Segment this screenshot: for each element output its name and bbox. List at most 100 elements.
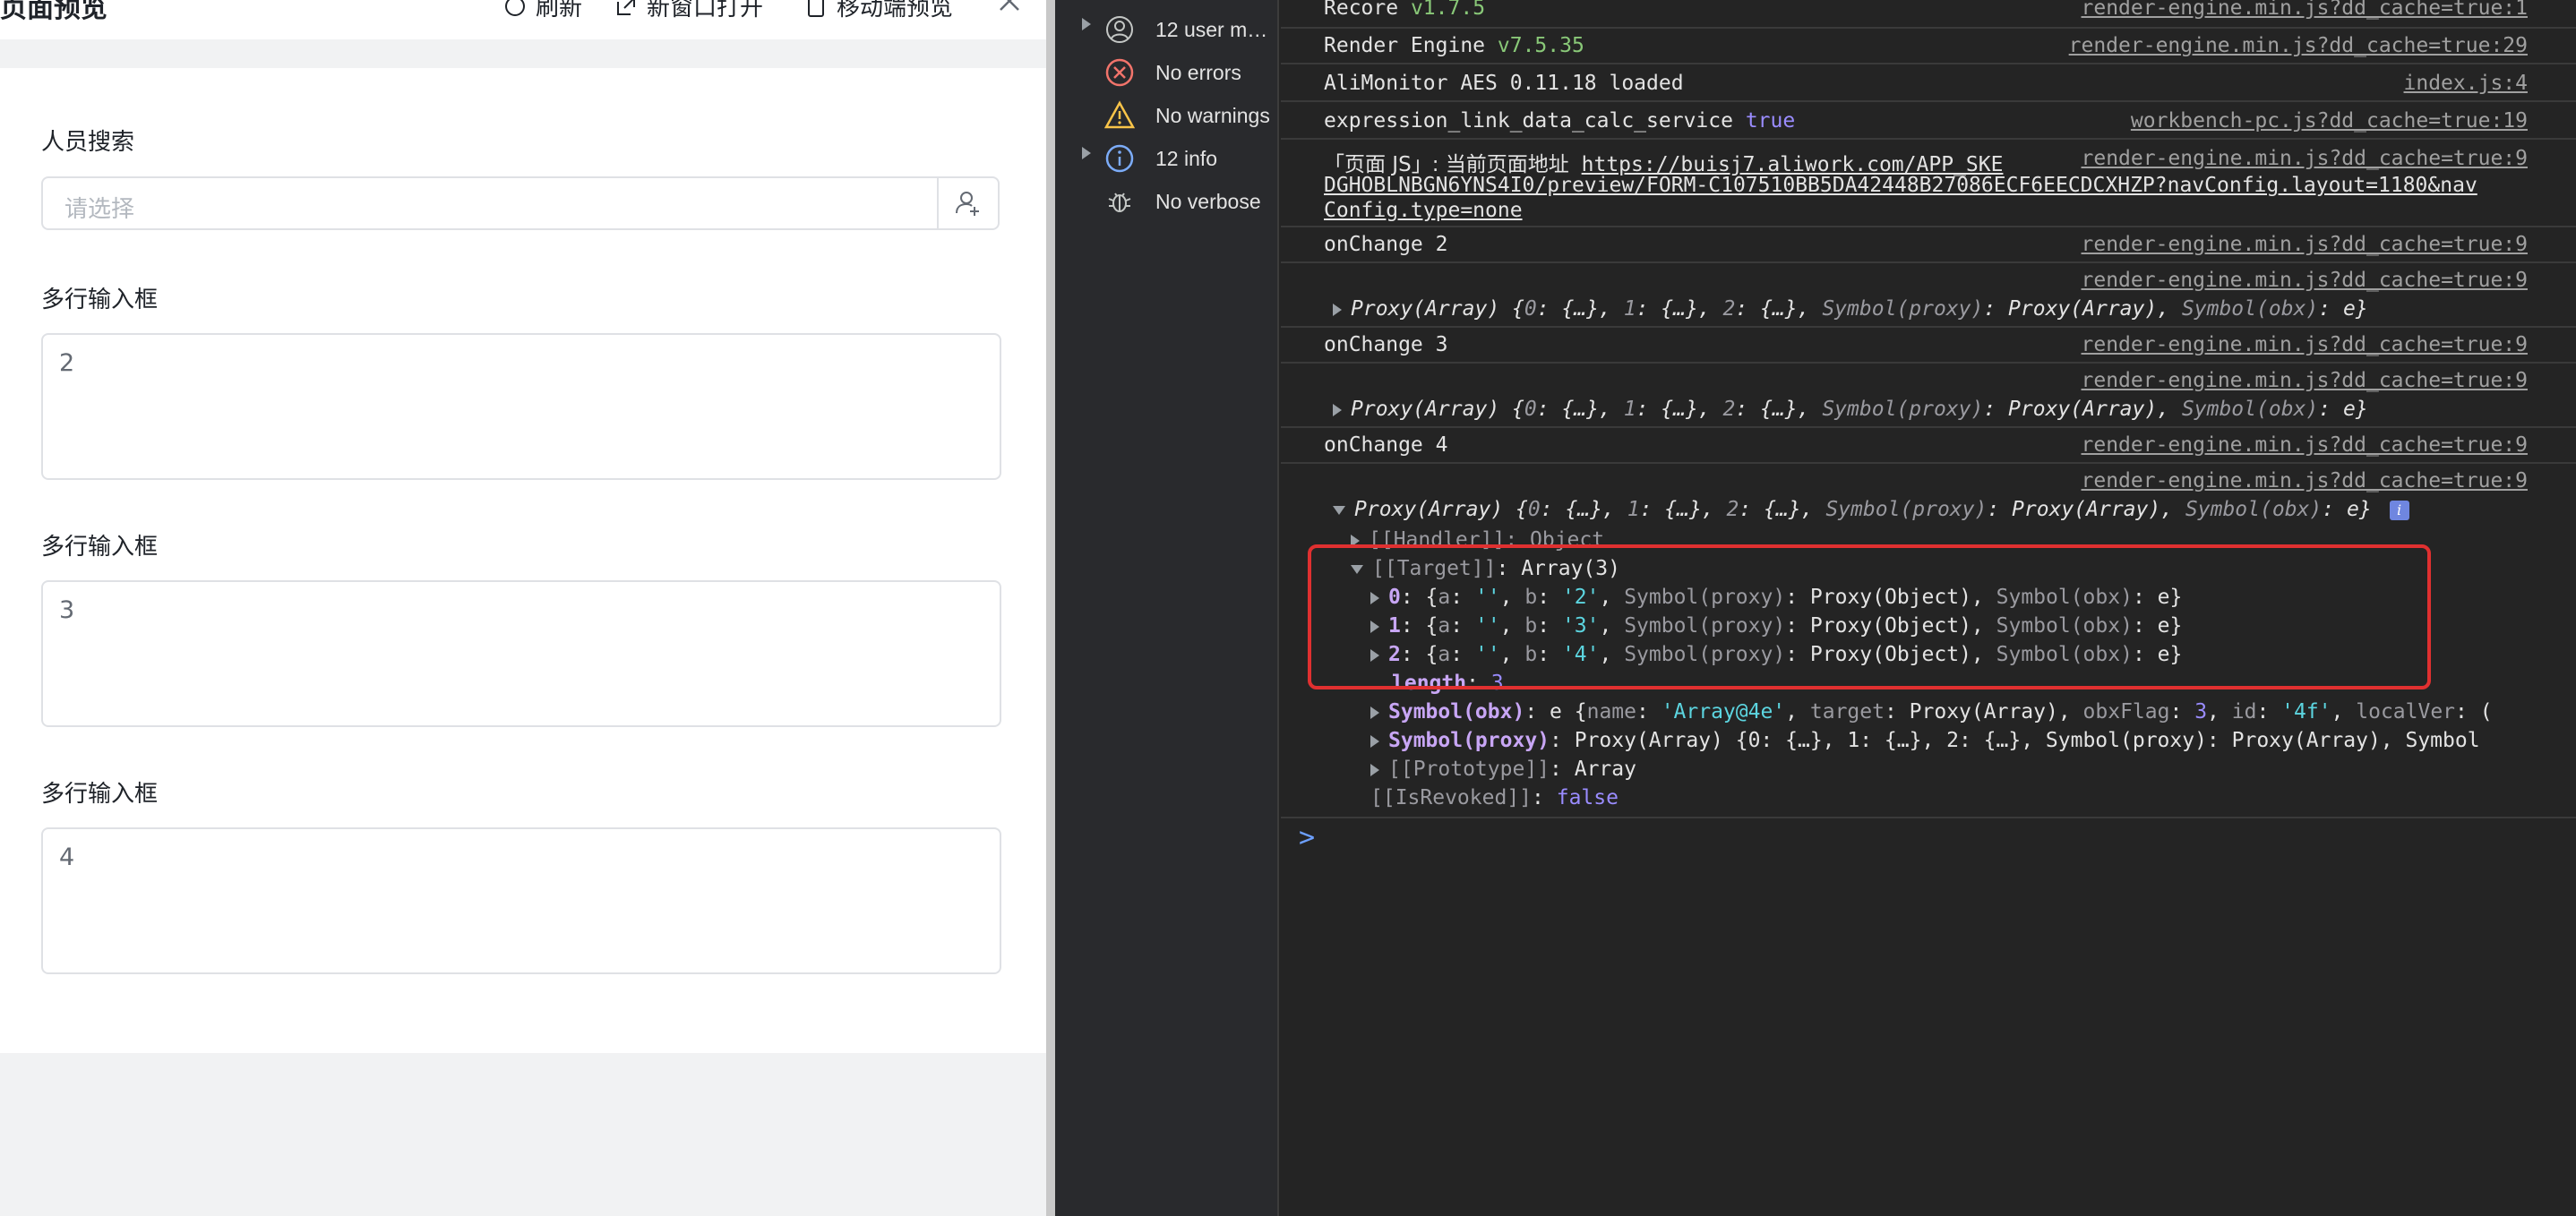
- log-text: expression_link_data_calc_service: [1324, 109, 1733, 133]
- proxy-summary[interactable]: Proxy(Array) {0: {…}, 1: {…}, 2: {…}, Sy…: [1333, 297, 2368, 321]
- log-source-link[interactable]: render-engine.min.js?dd_cache=true:9: [2082, 233, 2529, 256]
- page-url-link[interactable]: DGHOBLNBGN6YNS4I0/preview/FORM-C107510BB…: [1324, 174, 2477, 197]
- proxy-name: Proxy(Array): [2008, 398, 2158, 421]
- log-source-link[interactable]: render-engine.min.js?dd_cache=true:9: [2082, 469, 2529, 492]
- expand-arrow-icon[interactable]: [1333, 403, 1342, 416]
- proxy-brace: {: [1512, 398, 1524, 421]
- refresh-icon: [505, 0, 525, 16]
- log-row: onChange 2 render-engine.min.js?dd_cache…: [1281, 227, 2576, 263]
- collapse-arrow-icon[interactable]: [1333, 505, 1345, 515]
- proxy-brace: }: [2355, 398, 2368, 421]
- preview-title: 页面预览: [0, 0, 107, 24]
- info-badge-icon[interactable]: i: [2389, 500, 2409, 520]
- textarea-1[interactable]: 2: [41, 333, 1001, 480]
- tree-key: [[IsRevoked]]: [1370, 786, 1533, 809]
- sidebar-item-warnings[interactable]: No warnings: [1055, 91, 1279, 133]
- expand-arrow-icon[interactable]: [1082, 147, 1091, 159]
- tree-node-symbol-obx[interactable]: Symbol(obx): e {name: 'Array@4e', target…: [1370, 700, 2493, 724]
- log-message: onChange 2: [1324, 233, 1448, 256]
- textarea-3[interactable]: 4: [41, 827, 1001, 974]
- log-source-link[interactable]: render-engine.min.js?dd_cache=true:9: [2082, 433, 2529, 457]
- log-source-link[interactable]: workbench-pc.js?dd_cache=true:19: [2131, 109, 2528, 133]
- tree-node-symbol-proxy[interactable]: Symbol(proxy): Proxy(Array) {0: {…}, 1: …: [1370, 729, 2480, 752]
- log-text: Render Engine: [1324, 34, 1486, 57]
- tree-value: Proxy(Array) {0: {…}, 1: {…}, 2: {…}, Sy…: [1574, 729, 2480, 752]
- panel-resize-handle[interactable]: [1046, 0, 1055, 1216]
- proxy-obj: {…}: [1760, 398, 1798, 421]
- proxy-name: Proxy(Array): [2012, 498, 2161, 521]
- proxy-key: 0: [1527, 498, 1541, 521]
- log-source-link[interactable]: render-engine.min.js?dd_cache=true:1: [2082, 0, 2529, 20]
- expand-arrow-icon[interactable]: [1370, 763, 1379, 776]
- sidebar-item-verbose[interactable]: No verbose: [1055, 177, 1279, 218]
- sidebar-item-info[interactable]: 12 info: [1055, 134, 1279, 176]
- open-new-label: 新窗口打开: [647, 0, 764, 21]
- log-row: onChange 3 render-engine.min.js?dd_cache…: [1281, 328, 2576, 364]
- log-source-link[interactable]: index.js:4: [2404, 72, 2528, 95]
- log-message: Render Engine v7.5.35: [1324, 34, 1584, 57]
- tree-value: Proxy(Array): [1909, 700, 2058, 724]
- proxy-summary[interactable]: Proxy(Array) {0: {…}, 1: {…}, 2: {…}, Sy…: [1333, 398, 2368, 421]
- add-person-button[interactable]: [937, 178, 998, 228]
- expand-arrow-icon[interactable]: [1082, 18, 1091, 30]
- page-url-link[interactable]: Config.type=none: [1324, 199, 1523, 222]
- bug-icon: [1108, 193, 1131, 212]
- sidebar-label: 12 info: [1155, 147, 1218, 170]
- error-icon: [1105, 58, 1134, 87]
- tree-node-prototype[interactable]: [[Prototype]]: Array: [1370, 758, 1636, 781]
- open-new-window-button[interactable]: 新窗口打开: [614, 0, 763, 22]
- log-source-link[interactable]: render-engine.min.js?dd_cache=true:9: [2082, 333, 2529, 356]
- sidebar-item-user-messages[interactable]: 12 user m…: [1055, 5, 1279, 47]
- proxy-obj: {…}: [1561, 398, 1599, 421]
- proxy-e: e: [2342, 398, 2356, 421]
- tree-key: target: [1809, 700, 1885, 724]
- log-text: Recore: [1324, 0, 1399, 20]
- log-source-link[interactable]: render-engine.min.js?dd_cache=true:9: [2082, 369, 2529, 392]
- log-source-link[interactable]: render-engine.min.js?dd_cache=true:9: [2082, 269, 2529, 292]
- person-search-select[interactable]: 请选择: [41, 176, 1000, 230]
- person-search-label: 人员搜索: [41, 129, 135, 156]
- proxy-obj: {…}: [1664, 498, 1702, 521]
- textarea-value-1: 2: [59, 349, 75, 377]
- log-source-link[interactable]: render-engine.min.js?dd_cache=true:9: [2082, 147, 2529, 170]
- proxy-key: Symbol(obx): [2185, 498, 2323, 521]
- tree-value: e: [1550, 700, 1562, 724]
- proxy-key: 0: [1524, 398, 1537, 421]
- log-version: v7.5.35: [1497, 34, 1584, 57]
- proxy-obj: {…}: [1565, 498, 1602, 521]
- log-row: render-engine.min.js?dd_cache=true:9 Pro…: [1281, 263, 2576, 328]
- annotation-highlight-box: [1308, 544, 2431, 689]
- console-sidebar: 12 user m… No errors No warnings 12 info…: [1055, 0, 1279, 1216]
- preview-header: 页面预览 刷新 新窗口打开 移动端预览: [0, 0, 1046, 39]
- tree-value: (: [2479, 700, 2493, 724]
- proxy-brace: }: [2358, 498, 2372, 521]
- mobile-icon: [808, 0, 824, 17]
- proxy-key: 1: [1627, 498, 1640, 521]
- log-message: AliMonitor AES 0.11.18 loaded: [1324, 72, 1684, 95]
- expand-arrow-icon[interactable]: [1333, 303, 1342, 316]
- mobile-preview-button[interactable]: 移动端预览: [804, 0, 953, 22]
- proxy-name: Proxy(Array): [1354, 498, 1504, 521]
- close-icon[interactable]: [996, 0, 1023, 14]
- tree-key: id: [2231, 700, 2257, 724]
- console-prompt[interactable]: >: [1299, 822, 1315, 853]
- proxy-key: Symbol(obx): [2181, 398, 2319, 421]
- proxy-obj: {…}: [1661, 398, 1698, 421]
- tree-key: obxFlag: [2082, 700, 2170, 724]
- sidebar-item-errors[interactable]: No errors: [1055, 48, 1279, 90]
- proxy-key: 1: [1623, 398, 1636, 421]
- tree-key: Symbol(obx): [1388, 700, 1525, 724]
- expand-arrow-icon[interactable]: [1370, 734, 1379, 748]
- proxy-summary[interactable]: Proxy(Array) {0: {…}, 1: {…}, 2: {…}, Sy…: [1333, 498, 2409, 521]
- log-row: Recore v1.7.5 render-engine.min.js?dd_ca…: [1281, 0, 2576, 29]
- proxy-obj: {…}: [1760, 297, 1798, 321]
- tree-key: Symbol(proxy): [1388, 729, 1550, 752]
- proxy-name: Proxy(Array): [1351, 398, 1500, 421]
- log-source-link[interactable]: render-engine.min.js?dd_cache=true:29: [2069, 34, 2528, 57]
- log-row: onChange 4 render-engine.min.js?dd_cache…: [1281, 428, 2576, 464]
- tree-value: false: [1556, 786, 1619, 809]
- proxy-key: 0: [1524, 297, 1537, 321]
- expand-arrow-icon[interactable]: [1370, 706, 1379, 719]
- refresh-button[interactable]: 刷新: [503, 0, 582, 22]
- textarea-2[interactable]: 3: [41, 580, 1001, 727]
